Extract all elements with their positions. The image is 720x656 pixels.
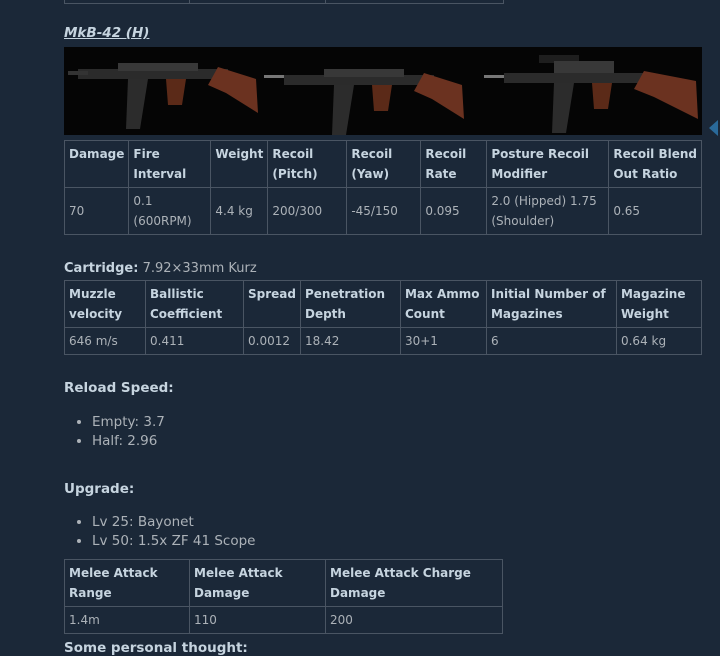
list-item: Lv 50: 1.5x ZF 41 Scope bbox=[92, 532, 255, 551]
header-recoil-yaw: Recoil (Yaw) bbox=[346, 140, 422, 188]
header-damage: Damage bbox=[63, 140, 130, 188]
cell-recoil-rate: 0.095 bbox=[420, 187, 488, 235]
cartridge-line: Cartridge: 7.92×33mm Kurz bbox=[64, 261, 257, 276]
cell-melee-charge-damage: 200 bbox=[325, 606, 503, 634]
reload-speed-list: Empty: 3.7 Half: 2.96 bbox=[74, 413, 165, 451]
header-melee-damage: Melee Attack Damage bbox=[189, 559, 326, 607]
header-recoil-pitch: Recoil (Pitch) bbox=[267, 140, 348, 188]
cell-melee-range: 1.4m bbox=[64, 606, 190, 634]
header-penetration-depth: Penetration Depth bbox=[299, 280, 401, 328]
cartridge-label: Cartridge: bbox=[64, 261, 139, 276]
cartridge-value: 7.92×33mm Kurz bbox=[142, 261, 257, 276]
table-header-row: Damage Fire Interval Weight Recoil (Pitc… bbox=[63, 140, 702, 188]
upgrade-heading: Upgrade: bbox=[64, 481, 135, 497]
header-melee-charge-damage: Melee Attack Charge Damage bbox=[325, 559, 503, 607]
header-spread: Spread bbox=[243, 280, 301, 328]
list-item: Empty: 3.7 bbox=[92, 413, 165, 432]
cell-magazine-weight: 0.64 kg bbox=[615, 327, 703, 355]
header-initial-magazines: Initial Number of Magazines bbox=[485, 280, 617, 328]
cell-fire-interval: 0.1 (600RPM) bbox=[128, 187, 212, 235]
table-header-row: Melee Attack Range Melee Attack Damage M… bbox=[64, 559, 503, 607]
cell-weight: 4.4 kg bbox=[210, 187, 269, 235]
weapon-image bbox=[64, 47, 702, 135]
cell-muzzle-velocity: 646 m/s bbox=[64, 327, 146, 355]
cell-melee-damage: 110 bbox=[189, 606, 326, 634]
table-row: 70 0.1 (600RPM) 4.4 kg 200/300 -45/150 0… bbox=[63, 187, 702, 235]
rifle-bayonet bbox=[264, 69, 464, 135]
cell-recoil-yaw: -45/150 bbox=[346, 187, 422, 235]
cell-recoil-blend: 0.65 bbox=[608, 187, 702, 235]
rifle-scope bbox=[484, 55, 698, 133]
cell-damage: 70 bbox=[63, 187, 130, 235]
cell-penetration-depth: 18.42 bbox=[299, 327, 401, 355]
rifle-variants-illustration bbox=[68, 55, 698, 135]
stats-table: Damage Fire Interval Weight Recoil (Pitc… bbox=[63, 140, 702, 235]
header-magazine-weight: Magazine Weight bbox=[615, 280, 703, 328]
melee-table: Melee Attack Range Melee Attack Damage M… bbox=[64, 559, 503, 634]
list-item: Lv 25: Bayonet bbox=[92, 513, 255, 532]
ammo-table: Muzzle velocity Ballistic Coefficient Sp… bbox=[64, 280, 703, 355]
header-recoil-blend: Recoil Blend Out Ratio bbox=[608, 140, 702, 188]
header-melee-range: Melee Attack Range bbox=[64, 559, 190, 607]
header-recoil-rate: Recoil Rate bbox=[420, 140, 488, 188]
cell-initial-magazines: 6 bbox=[485, 327, 617, 355]
list-item: Half: 2.96 bbox=[92, 432, 165, 451]
cell-spread: 0.0012 bbox=[243, 327, 301, 355]
side-scroll-arrow-icon[interactable] bbox=[709, 120, 718, 136]
cell-max-ammo: 30+1 bbox=[399, 327, 487, 355]
weapon-title[interactable]: MkB-42 (H) bbox=[64, 25, 149, 41]
header-weight: Weight bbox=[210, 140, 269, 188]
rifle-plain bbox=[68, 63, 258, 129]
header-max-ammo: Max Ammo Count bbox=[399, 280, 487, 328]
header-ballistic-coefficient: Ballistic Coefficient bbox=[145, 280, 244, 328]
upgrade-list: Lv 25: Bayonet Lv 50: 1.5x ZF 41 Scope bbox=[74, 513, 255, 551]
table-row: 646 m/s 0.411 0.0012 18.42 30+1 6 0.64 k… bbox=[64, 327, 703, 355]
header-fire-interval: Fire Interval bbox=[128, 140, 212, 188]
table-header-row: Muzzle velocity Ballistic Coefficient Sp… bbox=[64, 280, 703, 328]
table-row: 1.4m 110 200 bbox=[64, 606, 503, 634]
personal-thought-heading: Some personal thought: bbox=[64, 640, 248, 656]
header-posture-recoil: Posture Recoil Modifier bbox=[486, 140, 610, 188]
cell-ballistic-coefficient: 0.411 bbox=[145, 327, 244, 355]
cell-recoil-pitch: 200/300 bbox=[267, 187, 348, 235]
header-muzzle-velocity: Muzzle velocity bbox=[64, 280, 146, 328]
previous-table-fragment bbox=[64, 0, 504, 4]
reload-speed-heading: Reload Speed: bbox=[64, 380, 174, 396]
cell-posture-recoil: 2.0 (Hipped) 1.75 (Shoulder) bbox=[486, 187, 610, 235]
